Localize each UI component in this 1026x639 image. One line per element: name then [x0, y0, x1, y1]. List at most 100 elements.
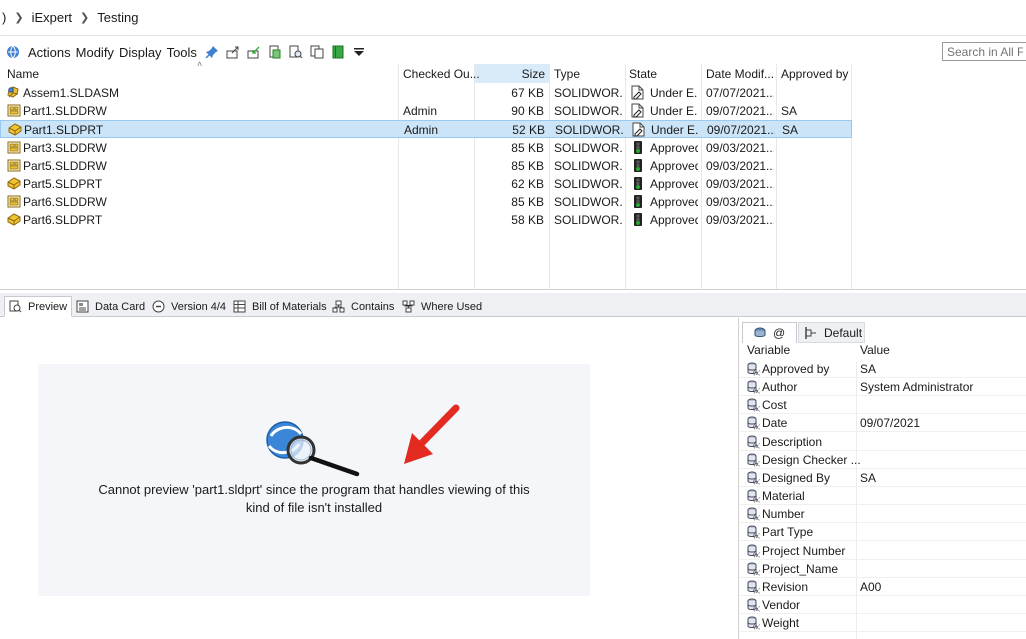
tab-label: Where Used — [421, 300, 483, 313]
drawing-icon — [7, 141, 21, 154]
tab-version[interactable]: Version 4/4 — [152, 296, 226, 317]
variable-icon: (x) — [747, 562, 761, 577]
variable-value[interactable]: System Administrator — [860, 380, 973, 394]
variable-icon: (x) — [747, 416, 761, 431]
under-editing-icon — [631, 103, 644, 118]
file-name-cell: Part3.SLDDRW — [23, 140, 107, 155]
table-row[interactable]: Part1.SLDDRW Admin 90 KB SOLIDWOR... Under E… — [0, 102, 852, 120]
state-cell: Approved — [650, 213, 698, 228]
get-version-icon[interactable] — [268, 45, 282, 59]
file-name-cell: Part6.SLDPRT — [23, 213, 103, 228]
column-header-state[interactable]: State — [629, 67, 657, 81]
variable-row[interactable]: (x)Number — [739, 505, 1026, 524]
variables-panel: @ Default Variable Value (x)Approved byS… — [738, 318, 1026, 639]
column-header-approved-by[interactable]: Approved by — [781, 67, 848, 81]
column-header-type[interactable]: Type — [554, 67, 580, 81]
file-name-cell: Part6.SLDDRW — [23, 195, 107, 210]
table-row[interactable]: Part6.SLDPRT 58 KB SOLIDWOR... Approved 09/0… — [0, 211, 852, 229]
breadcrumb-item-iexpert[interactable]: iExpert — [32, 10, 72, 25]
assembly-icon — [7, 86, 21, 99]
variable-icon: (x) — [747, 616, 761, 631]
variable-value[interactable]: 09/07/2021 — [860, 416, 920, 430]
variable-row[interactable]: (x)Vendor — [739, 596, 1026, 614]
drawing-icon — [7, 159, 21, 172]
part-icon — [8, 123, 22, 136]
column-header-checked-out[interactable]: Checked Ou... — [403, 67, 480, 81]
variable-row[interactable]: (x)Approved by SA — [739, 360, 1026, 378]
table-row[interactable]: Part1.SLDPRT Admin 52 KB SOLIDWOR... Under E… — [0, 120, 852, 139]
annotation-arrow-icon — [404, 404, 460, 464]
tab-default-configuration[interactable]: Default — [798, 322, 865, 343]
variable-name: Revision — [762, 579, 809, 594]
check-in-icon[interactable] — [247, 45, 261, 59]
variable-name: Author — [762, 380, 798, 395]
variable-row[interactable]: (x)Weight — [739, 614, 1026, 633]
variable-value[interactable]: SA — [860, 362, 876, 376]
variable-row[interactable]: (x)Project Number — [739, 542, 1026, 560]
green-book-icon[interactable] — [331, 45, 345, 59]
variable-name: Date — [762, 416, 788, 431]
menu-modify[interactable]: Modify — [76, 45, 114, 60]
date-cell: 09/03/2021... — [706, 140, 774, 155]
variable-name: Design Checker ... — [762, 452, 861, 467]
variables-header-value: Value — [860, 343, 890, 357]
size-cell: 85 KB — [511, 158, 544, 173]
menu-tools[interactable]: Tools — [167, 45, 197, 60]
variable-name: Part Type — [762, 525, 814, 540]
table-row[interactable]: Part5.SLDDRW 85 KB SOLIDWOR... Approved 09/0… — [0, 157, 852, 175]
menu-display[interactable]: Display — [119, 45, 162, 60]
tab-bill-of-materials[interactable]: Bill of Materials — [233, 296, 327, 317]
breadcrumb-item-testing[interactable]: Testing — [97, 10, 138, 25]
variable-row[interactable]: (x)Cost — [739, 396, 1026, 415]
overflow-dropdown-icon[interactable] — [352, 45, 366, 59]
size-cell: 58 KB — [511, 213, 544, 228]
type-cell: SOLIDWOR... — [554, 140, 622, 155]
search-input[interactable] — [942, 42, 1026, 61]
column-header-name[interactable]: Name — [7, 67, 39, 81]
tab-where-used[interactable]: Where Used — [402, 296, 482, 317]
variable-row[interactable]: (x)Design Checker ... — [739, 451, 1026, 469]
sort-ascending-icon: ˄ — [197, 59, 203, 69]
date-cell: 09/03/2021... — [706, 158, 774, 173]
tab-preview[interactable]: Preview — [4, 296, 73, 317]
check-out-icon[interactable] — [226, 45, 240, 59]
column-header-date-modified[interactable]: Date Modif... — [706, 67, 774, 81]
table-row[interactable]: Part5.SLDPRT 62 KB SOLIDWOR... Approved 09/0… — [0, 175, 852, 193]
table-row[interactable]: Assem1.SLDASM 67 KB SOLIDWOR... Under E... 0… — [0, 84, 852, 102]
column-header-size[interactable]: Size — [474, 67, 545, 81]
variable-row[interactable]: (x)Date 09/07/2021 — [739, 414, 1026, 433]
approved-icon — [631, 140, 644, 155]
copy-document-icon[interactable] — [310, 45, 324, 59]
search-document-icon[interactable] — [289, 45, 303, 59]
menu-actions[interactable]: Actions — [28, 45, 71, 60]
variable-row[interactable]: (x)Material — [739, 487, 1026, 506]
variable-value[interactable]: A00 — [860, 580, 881, 594]
type-cell: SOLIDWOR... — [554, 213, 622, 228]
date-cell: 09/03/2021... — [706, 213, 774, 228]
variable-icon: (x) — [747, 435, 761, 450]
variable-row[interactable]: (x)Revision A00 — [739, 578, 1026, 596]
vault-globe-icon[interactable] — [6, 45, 20, 59]
breadcrumb: ) ❯ iExpert ❯ Testing — [0, 0, 1026, 36]
variable-icon: (x) — [747, 580, 761, 595]
table-row[interactable]: Part3.SLDDRW 85 KB SOLIDWOR... Approved 09/0… — [0, 139, 852, 157]
variable-name: Material — [762, 489, 805, 504]
variable-name: Description — [762, 434, 823, 449]
chevron-right-icon: ❯ — [80, 12, 90, 24]
version-icon — [152, 300, 165, 313]
size-cell: 62 KB — [511, 177, 544, 191]
variable-row[interactable]: (x)Author System Administrator — [739, 378, 1026, 397]
variable-row[interactable]: (x)Project_Name — [739, 560, 1026, 578]
tab-variables-at[interactable]: @ — [742, 322, 797, 343]
variable-row[interactable]: (x)Designed By SA — [739, 469, 1026, 487]
pin-icon[interactable] — [205, 45, 219, 59]
variable-row[interactable]: (x)Description — [739, 433, 1026, 451]
tab-label: Default — [824, 325, 863, 340]
table-row[interactable]: Part6.SLDDRW 85 KB SOLIDWOR... Approved 09/0… — [0, 193, 852, 211]
variable-row[interactable]: (x)Part Type — [739, 523, 1026, 542]
type-cell: SOLIDWOR... — [554, 86, 622, 100]
variable-value[interactable]: SA — [860, 471, 876, 485]
file-name-cell: Part1.SLDPRT — [24, 123, 104, 138]
tab-data-card[interactable]: Data Card — [76, 296, 145, 317]
tab-contains[interactable]: Contains — [332, 296, 394, 317]
